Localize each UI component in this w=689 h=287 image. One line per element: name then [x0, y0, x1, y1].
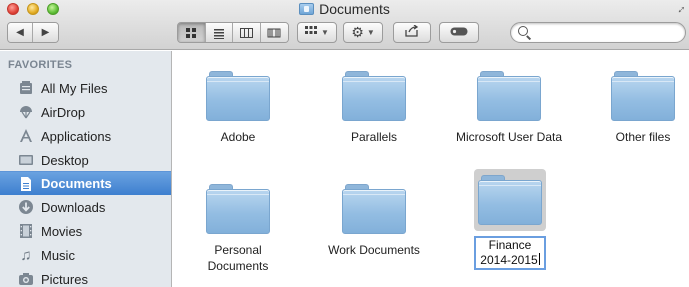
- sidebar-item-movies[interactable]: Movies: [0, 219, 171, 243]
- folder-label: Microsoft User Data: [455, 130, 563, 144]
- rename-field[interactable]: Finance 2014-2015: [474, 236, 546, 270]
- sidebar-item-airdrop[interactable]: AirDrop: [0, 100, 171, 124]
- sidebar-item-music[interactable]: ♫ Music: [0, 243, 171, 267]
- folder-icon: [206, 182, 270, 234]
- coverflow-view-icon[interactable]: [260, 23, 288, 42]
- text-caret: [538, 253, 540, 265]
- desktop-icon: [17, 151, 35, 169]
- folder-label: Adobe: [220, 130, 256, 144]
- folder-item[interactable]: Personal Documents: [173, 182, 303, 274]
- sidebar-item-applications[interactable]: Applications: [0, 124, 171, 148]
- sidebar-item-label: All My Files: [41, 80, 108, 96]
- search-icon: [518, 26, 528, 36]
- documents-icon: [17, 175, 35, 193]
- selection-highlight: [474, 169, 546, 231]
- back-forward-control: ◀ ▶: [7, 22, 59, 43]
- back-arrow-icon[interactable]: ◀: [8, 23, 34, 42]
- folder-item-selected[interactable]: Finance 2014-2015: [445, 169, 575, 270]
- sidebar-heading-favorites: FAVORITES: [8, 59, 73, 71]
- all-files-icon: [17, 79, 35, 97]
- sidebar-item-label: Applications: [41, 128, 112, 144]
- airdrop-icon: [17, 103, 35, 121]
- arrange-button[interactable]: ▼: [297, 22, 337, 43]
- chevron-down-icon: ▼: [366, 28, 375, 37]
- gear-icon: ⚙: [351, 24, 364, 40]
- folder-label: Personal Documents: [207, 243, 269, 273]
- sidebar-item-downloads[interactable]: Downloads: [0, 195, 171, 219]
- folder-label: Other files: [615, 130, 671, 144]
- sidebar-item-desktop[interactable]: Desktop: [0, 148, 171, 172]
- view-mode-control: [177, 22, 289, 43]
- window-title-bar: Documents: [0, 1, 689, 19]
- share-button[interactable]: [393, 22, 431, 43]
- music-icon: ♫: [20, 246, 32, 264]
- search-input[interactable]: [533, 25, 678, 40]
- documents-folder-icon: [299, 3, 315, 15]
- downloads-icon: [17, 198, 35, 216]
- folder-icon: [206, 69, 270, 121]
- folder-icon: [478, 173, 542, 225]
- folder-item[interactable]: Microsoft User Data: [444, 69, 574, 145]
- applications-icon: [17, 127, 35, 145]
- folder-label: Parallels: [350, 130, 398, 144]
- file-grid: Adobe Parallels Microsoft User Data Othe…: [173, 51, 689, 287]
- icon-view-icon[interactable]: [178, 23, 206, 42]
- folder-label: Work Documents: [328, 243, 420, 257]
- tag-icon: [450, 27, 468, 39]
- sidebar-item-label: Desktop: [41, 152, 89, 168]
- window-toolbar: Documents ↕ ◀ ▶ ▼ ⚙ ▼: [0, 0, 689, 50]
- folder-item[interactable]: Other files: [578, 69, 689, 145]
- sidebar-item-documents[interactable]: Documents: [0, 171, 171, 195]
- sidebar-item-all-my-files[interactable]: All My Files: [0, 76, 171, 100]
- folder-icon: [477, 69, 541, 121]
- action-button[interactable]: ⚙ ▼: [343, 22, 383, 43]
- window-title: Documents: [319, 1, 390, 17]
- sidebar-item-label: Pictures: [41, 271, 88, 287]
- folder-item[interactable]: Parallels: [309, 69, 439, 145]
- search-field[interactable]: [510, 22, 686, 43]
- folder-icon: [342, 182, 406, 234]
- tags-button[interactable]: [439, 22, 479, 43]
- sidebar-item-pictures[interactable]: Pictures: [0, 267, 171, 287]
- list-view-icon[interactable]: [205, 23, 233, 42]
- sidebar-item-label: Documents: [41, 176, 112, 191]
- sidebar-item-label: Music: [41, 247, 75, 263]
- share-icon: [405, 24, 419, 40]
- chevron-down-icon: ▼: [321, 28, 329, 37]
- folder-icon: [611, 69, 675, 121]
- sidebar-item-label: AirDrop: [41, 104, 86, 120]
- arrange-icon: [305, 26, 318, 39]
- sidebar-item-label: Movies: [41, 223, 83, 239]
- forward-arrow-icon[interactable]: ▶: [33, 23, 58, 42]
- sidebar-item-label: Downloads: [41, 199, 106, 215]
- column-view-icon[interactable]: [233, 23, 261, 42]
- folder-item[interactable]: Work Documents: [309, 182, 439, 258]
- folder-icon: [342, 69, 406, 121]
- sidebar: FAVORITES All My Files AirDrop Applicati…: [0, 51, 172, 287]
- movies-icon: [17, 222, 35, 240]
- folder-item[interactable]: Adobe: [173, 69, 303, 145]
- rename-field-text: Finance 2014-2015: [480, 238, 538, 267]
- pictures-icon: [17, 270, 35, 287]
